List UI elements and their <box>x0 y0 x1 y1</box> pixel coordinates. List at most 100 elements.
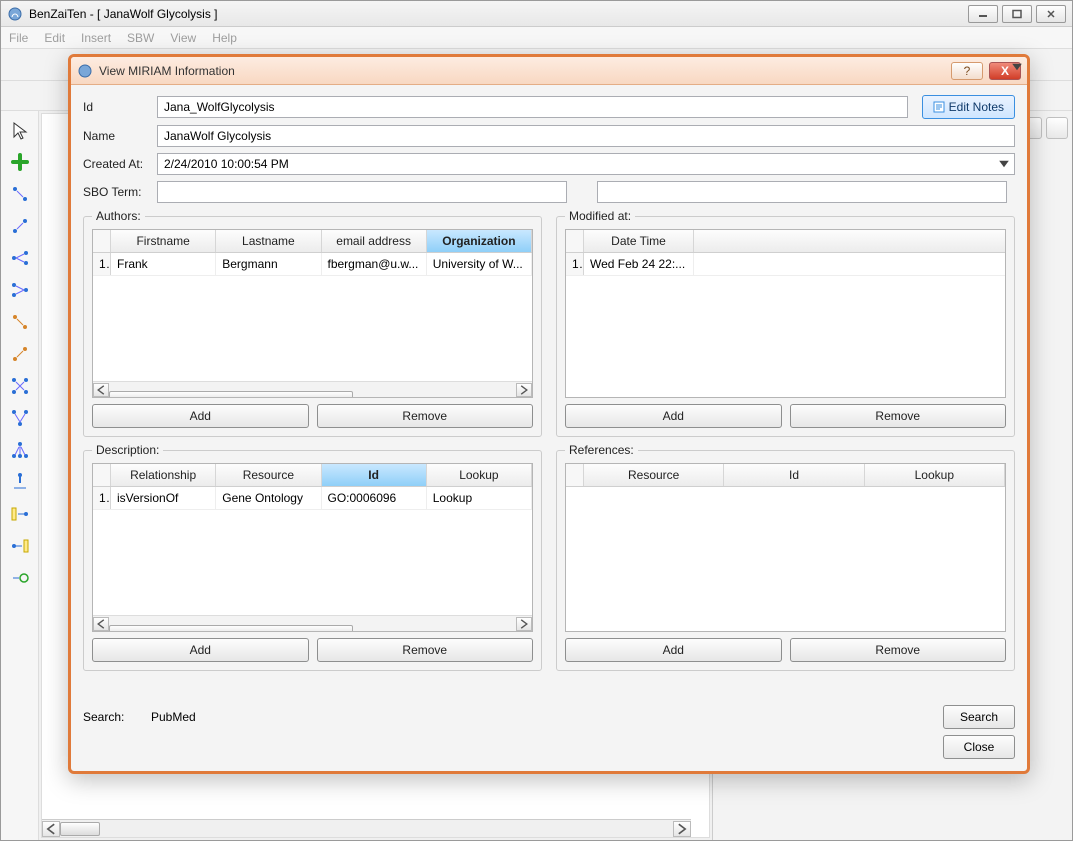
authors-grid[interactable]: Firstname Lastname email address Organiz… <box>92 229 533 398</box>
scroll-right-icon[interactable] <box>673 821 691 837</box>
main-titlebar: BenZaiTen - [ JanaWolf Glycolysis ] <box>1 1 1072 27</box>
modified-legend: Modified at: <box>565 209 635 223</box>
grid-corner <box>93 464 111 486</box>
close-window-button[interactable] <box>1036 5 1066 23</box>
name-label: Name <box>83 129 149 143</box>
authors-group: Authors: Firstname Lastname email addres… <box>83 209 542 437</box>
scroll-left-icon[interactable] <box>93 617 109 631</box>
name-field[interactable]: JanaWolf Glycolysis <box>157 125 1015 147</box>
id-label: Id <box>83 100 149 114</box>
id-field[interactable]: Jana_WolfGlycolysis <box>157 96 908 118</box>
col-lookup[interactable]: Lookup <box>427 464 532 486</box>
references-legend: References: <box>565 443 638 457</box>
modified-remove-button[interactable]: Remove <box>790 404 1007 428</box>
reaction-tool-10[interactable] <box>7 469 33 495</box>
menu-file[interactable]: File <box>9 31 28 45</box>
authors-remove-button[interactable]: Remove <box>317 404 534 428</box>
menu-view[interactable]: View <box>170 31 196 45</box>
cell-lastname[interactable]: Bergmann <box>216 253 321 275</box>
reaction-tool-2[interactable] <box>7 213 33 239</box>
description-grid[interactable]: Relationship Resource Id Lookup 1 isVers… <box>92 463 533 632</box>
authors-row[interactable]: 1 Frank Bergmann fbergman@u.w... Univers… <box>93 253 532 276</box>
description-row[interactable]: 1 isVersionOf Gene Ontology GO:0006096 L… <box>93 487 532 510</box>
modified-row[interactable]: 1 Wed Feb 24 22:... <box>566 253 1005 276</box>
reaction-tool-5[interactable] <box>7 309 33 335</box>
reaction-tool-4[interactable] <box>7 277 33 303</box>
cell-resource[interactable]: Gene Ontology <box>216 487 321 509</box>
description-legend: Description: <box>92 443 163 457</box>
minimize-button[interactable] <box>968 5 998 23</box>
add-species-tool[interactable] <box>7 149 33 175</box>
scroll-right-icon[interactable] <box>516 383 532 397</box>
scroll-right-icon[interactable] <box>516 617 532 631</box>
reaction-tool-9[interactable] <box>7 437 33 463</box>
menubar: File Edit Insert SBW View Help <box>1 27 1072 49</box>
references-grid[interactable]: Resource Id Lookup <box>565 463 1006 632</box>
cell-email[interactable]: fbergman@u.w... <box>322 253 427 275</box>
scroll-left-icon[interactable] <box>93 383 109 397</box>
col-resource[interactable]: Resource <box>216 464 321 486</box>
menu-edit[interactable]: Edit <box>44 31 65 45</box>
cell-lookup[interactable]: Lookup <box>427 487 532 509</box>
reaction-tool-8[interactable] <box>7 405 33 431</box>
modified-group: Modified at: Date Time 1 Wed Feb 24 22:.… <box>556 209 1015 437</box>
maximize-button[interactable] <box>1002 5 1032 23</box>
sbo-term-field[interactable] <box>157 181 567 203</box>
reaction-tool-1[interactable] <box>7 181 33 207</box>
search-source-combo[interactable]: PubMed <box>151 710 441 724</box>
degradation-tool[interactable] <box>7 565 33 591</box>
edit-notes-button[interactable]: Edit Notes <box>922 95 1015 119</box>
col-resource[interactable]: Resource <box>584 464 724 486</box>
cell-id[interactable]: GO:0006096 <box>322 487 427 509</box>
modified-add-button[interactable]: Add <box>565 404 782 428</box>
reaction-tool-3[interactable] <box>7 245 33 271</box>
references-remove-button[interactable]: Remove <box>790 638 1007 662</box>
search-button[interactable]: Search <box>943 705 1015 729</box>
dialog-titlebar: View MIRIAM Information ? X <box>71 57 1027 85</box>
cell-relationship[interactable]: isVersionOf <box>111 487 216 509</box>
panel-close-icon[interactable] <box>1046 117 1068 139</box>
authors-h-scrollbar[interactable] <box>93 381 532 397</box>
col-id[interactable]: Id <box>724 464 864 486</box>
vertical-toolbox <box>1 111 39 840</box>
dialog-icon <box>77 63 93 79</box>
reaction-tool-7[interactable] <box>7 373 33 399</box>
created-label: Created At: <box>83 157 149 171</box>
boundary-right-tool[interactable] <box>7 533 33 559</box>
cell-firstname[interactable]: Frank <box>111 253 216 275</box>
references-add-button[interactable]: Add <box>565 638 782 662</box>
col-lastname[interactable]: Lastname <box>216 230 321 252</box>
menu-help[interactable]: Help <box>212 31 237 45</box>
boundary-left-tool[interactable] <box>7 501 33 527</box>
col-datetime[interactable]: Date Time <box>584 230 694 252</box>
authors-add-button[interactable]: Add <box>92 404 309 428</box>
col-relationship[interactable]: Relationship <box>111 464 216 486</box>
scroll-left-icon[interactable] <box>42 821 60 837</box>
description-add-button[interactable]: Add <box>92 638 309 662</box>
cell-datetime[interactable]: Wed Feb 24 22:... <box>584 253 694 275</box>
main-window-title: BenZaiTen - [ JanaWolf Glycolysis ] <box>29 7 218 21</box>
created-at-field[interactable]: 2/24/2010 10:00:54 PM <box>157 153 1015 175</box>
reaction-tool-6[interactable] <box>7 341 33 367</box>
col-firstname[interactable]: Firstname <box>111 230 216 252</box>
description-remove-button[interactable]: Remove <box>317 638 534 662</box>
cursor-tool[interactable] <box>7 117 33 143</box>
menu-insert[interactable]: Insert <box>81 31 111 45</box>
sbo-term-display[interactable] <box>597 181 1007 203</box>
chevron-down-icon[interactable] <box>996 156 1012 172</box>
references-group: References: Resource Id Lookup Add Remov… <box>556 443 1015 671</box>
close-button[interactable]: Close <box>943 735 1015 759</box>
canvas-h-scrollbar[interactable] <box>42 819 691 837</box>
col-id[interactable]: Id <box>322 464 427 486</box>
dialog-help-button[interactable]: ? <box>951 62 983 80</box>
description-h-scrollbar[interactable] <box>93 615 532 631</box>
modified-grid[interactable]: Date Time 1 Wed Feb 24 22:... <box>565 229 1006 398</box>
menu-sbw[interactable]: SBW <box>127 31 154 45</box>
miriam-info-dialog: View MIRIAM Information ? X Id Jana_Wolf… <box>68 54 1030 774</box>
grid-corner <box>566 464 584 486</box>
col-lookup[interactable]: Lookup <box>865 464 1005 486</box>
col-spacer <box>694 230 1005 252</box>
col-email[interactable]: email address <box>322 230 427 252</box>
cell-organization[interactable]: University of W... <box>427 253 532 275</box>
col-organization[interactable]: Organization <box>427 230 532 252</box>
